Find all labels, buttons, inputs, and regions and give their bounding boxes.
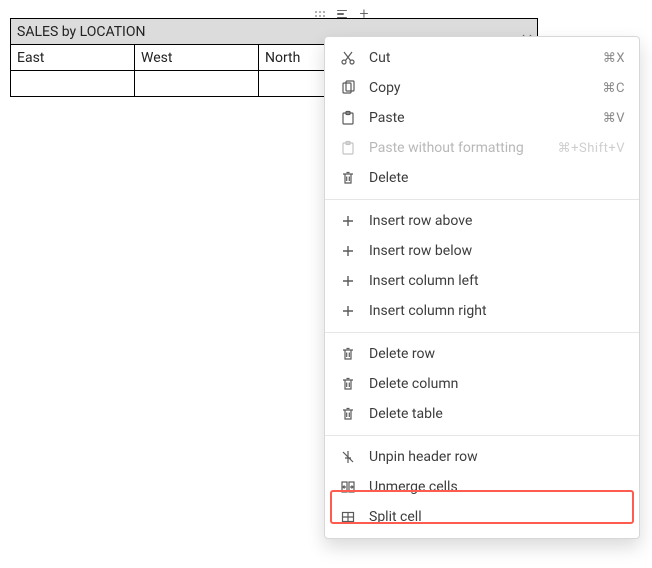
menu-item-insert-column-left[interactable]: Insert column left [325, 266, 639, 296]
menu-label: Unpin header row [369, 449, 625, 465]
menu-label: Cut [369, 50, 603, 66]
col-east[interactable]: East [11, 45, 135, 71]
menu-separator [325, 199, 639, 200]
menu-label: Insert row above [369, 213, 625, 229]
plus-icon [339, 272, 357, 290]
menu-shortcut: ⌘C [603, 81, 625, 96]
menu-label: Delete table [369, 406, 625, 422]
menu-item-insert-row-above[interactable]: Insert row above [325, 206, 639, 236]
menu-label: Paste without formatting [369, 140, 558, 156]
paste-icon [339, 139, 357, 157]
paste-icon [339, 109, 357, 127]
menu-item-insert-column-right[interactable]: Insert column right [325, 296, 639, 326]
menu-item-paste[interactable]: Paste ⌘V [325, 103, 639, 133]
menu-label: Insert row below [369, 243, 625, 259]
plus-icon [339, 212, 357, 230]
copy-icon [339, 79, 357, 97]
menu-label: Insert column right [369, 303, 625, 319]
menu-label: Delete column [369, 376, 625, 392]
trash-icon [339, 169, 357, 187]
plus-icon [339, 242, 357, 260]
menu-item-unpin-header-row[interactable]: Unpin header row [325, 442, 639, 472]
menu-separator [325, 435, 639, 436]
menu-label: Split cell [369, 509, 625, 525]
menu-item-insert-row-below[interactable]: Insert row below [325, 236, 639, 266]
menu-item-delete-column[interactable]: Delete column [325, 369, 639, 399]
cell[interactable] [135, 71, 259, 97]
menu-label: Delete row [369, 346, 625, 362]
menu-item-split-cell[interactable]: Split cell [325, 502, 639, 532]
plus-icon [339, 302, 357, 320]
menu-shortcut: ⌘+Shift+V [558, 141, 625, 156]
menu-item-unmerge-cells[interactable]: Unmerge cells [325, 472, 639, 502]
menu-label: Paste [369, 110, 603, 126]
menu-item-copy[interactable]: Copy ⌘C [325, 73, 639, 103]
menu-label: Copy [369, 80, 603, 96]
split-icon [339, 508, 357, 526]
unpin-icon [339, 448, 357, 466]
menu-separator [325, 332, 639, 333]
menu-shortcut: ⌘X [603, 51, 625, 66]
menu-item-delete-row[interactable]: Delete row [325, 339, 639, 369]
menu-item-delete-table[interactable]: Delete table [325, 399, 639, 429]
menu-label: Unmerge cells [369, 479, 625, 495]
trash-icon [339, 405, 357, 423]
trash-icon [339, 375, 357, 393]
unmerge-icon [339, 478, 357, 496]
menu-item-delete[interactable]: Delete [325, 163, 639, 193]
cell[interactable] [11, 71, 135, 97]
menu-item-cut[interactable]: Cut ⌘X [325, 43, 639, 73]
cut-icon [339, 49, 357, 67]
menu-label: Insert column left [369, 273, 625, 289]
col-west[interactable]: West [135, 45, 259, 71]
context-menu: Cut ⌘X Copy ⌘C Paste ⌘V Paste without fo… [324, 36, 640, 539]
menu-label: Delete [369, 170, 625, 186]
trash-icon [339, 345, 357, 363]
menu-shortcut: ⌘V [603, 111, 625, 126]
menu-item-paste-without-formatting: Paste without formatting ⌘+Shift+V [325, 133, 639, 163]
